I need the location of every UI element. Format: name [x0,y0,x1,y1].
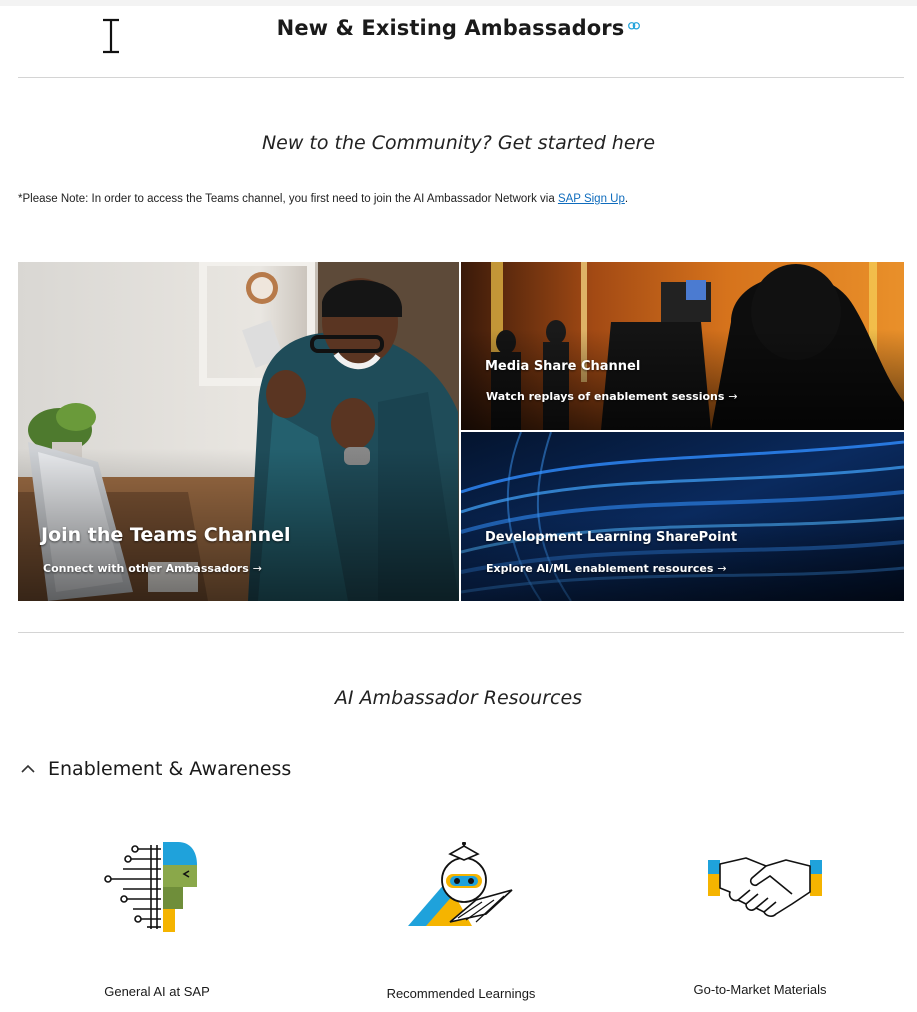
arrow-right-icon: → [717,562,727,575]
intro-heading: New to the Community? Get started here [261,132,656,154]
tile-title: Development Learning SharePoint [485,530,738,545]
teams-channel-image [18,262,459,601]
tile-title: Media Share Channel [485,359,641,374]
note-suffix: . [624,193,629,205]
tile-link[interactable]: Connect with other Ambassadors → [43,562,262,575]
note-text: *Please Note: In order to access the Tea… [18,193,558,205]
learning-robot-icon [408,842,513,926]
tile-title: Join the Teams Channel [41,524,291,546]
dev-learning-tile[interactable]: Development Learning SharePoint Explore … [461,432,904,601]
ai-head-icon [104,842,197,932]
divider [18,632,904,633]
handshake-icon [708,857,822,917]
tile-link-text: Explore AI/ML enablement resources [486,562,714,575]
resource-label: Go-to-Market Materials [693,982,827,997]
tile-link[interactable]: Explore AI/ML enablement resources → [486,562,727,575]
arrow-right-icon: → [252,562,262,575]
chevron-up-icon [21,764,35,773]
divider [18,77,904,78]
media-share-image [461,262,904,430]
top-bar [0,0,917,6]
page-title: New & Existing Ambassadors [0,16,917,40]
resource-recommended-learnings[interactable]: Recommended Learnings [356,832,566,1007]
page-title-text: New & Existing Ambassadors [276,16,625,40]
arrow-right-icon: → [728,390,738,403]
resource-label: Recommended Learnings [386,986,536,1001]
dev-learning-image [461,432,904,601]
sap-sign-up-link[interactable]: SAP Sign Up [558,193,625,205]
section-label: Enablement & Awareness [48,758,292,780]
sign-up-note: *Please Note: In order to access the Tea… [18,193,628,205]
tile-link-text: Connect with other Ambassadors [43,562,249,575]
resource-label: General AI at SAP [104,984,210,999]
resource-general-ai[interactable]: General AI at SAP [77,832,237,1007]
tile-link-text: Watch replays of enablement sessions [486,390,725,403]
resources-heading: AI Ambassador Resources [334,687,583,709]
resource-go-to-market[interactable]: Go-to-Market Materials [670,832,850,1007]
link-icon[interactable] [628,22,641,30]
tile-link[interactable]: Watch replays of enablement sessions → [486,390,738,403]
teams-channel-tile[interactable]: Join the Teams Channel Connect with othe… [18,262,459,601]
media-share-tile[interactable]: Media Share Channel Watch replays of ena… [461,262,904,430]
enablement-section-toggle[interactable]: Enablement & Awareness [18,758,291,780]
page: New & Existing Ambassadors New to the Co… [0,0,917,1012]
